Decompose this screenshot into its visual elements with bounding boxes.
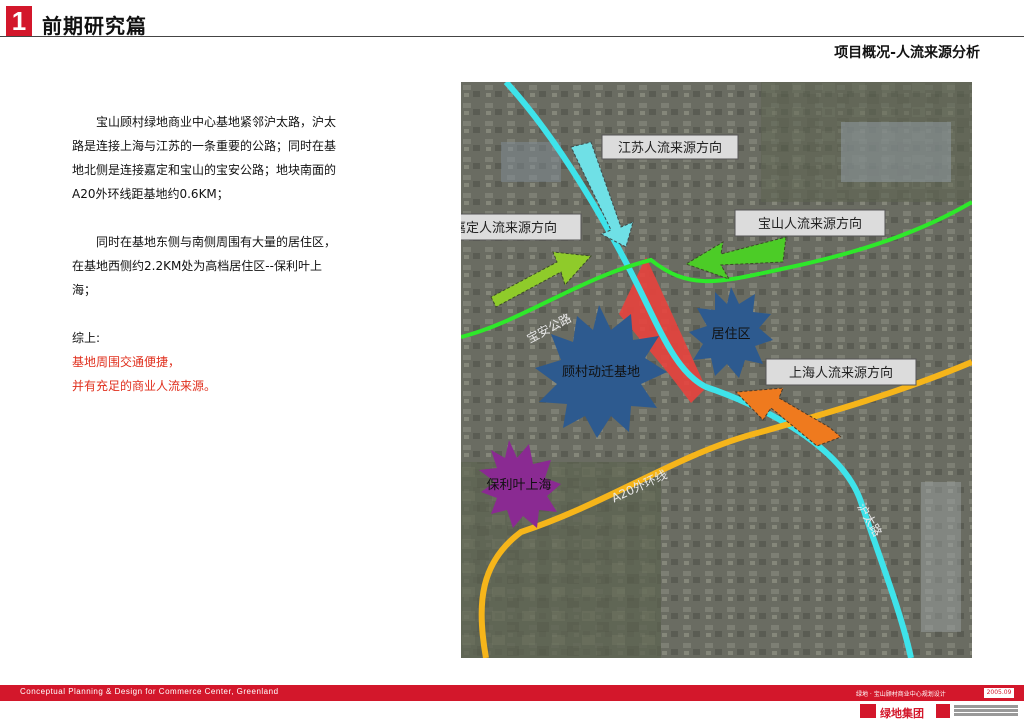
summary-label: 综上: [72,331,101,345]
jiading-label: 嘉定人流来源方向 [461,220,557,236]
map-svg: 江苏人流来源方向 宝山人流来源方向 嘉定人流来源方向 上海人流来源方向 宝安公路… [461,82,972,658]
greenland-logo-icon [860,704,876,718]
greenland-logo-text: 绿地集团 [880,707,924,720]
description-text: 宝山顾村绿地商业中心基地紧邻沪太路，沪太路是连接上海与江苏的一条重要的公路；同时… [72,110,342,398]
footer-bar: Conceptual Planning & Design for Commerc… [0,685,1024,701]
summary-line-2: 并有充足的商业人流来源。 [72,379,217,393]
architect-logo-icon [936,704,950,718]
page-subtitle: 项目概况-人流来源分析 [834,45,980,61]
architect-logo-mark [954,704,1018,718]
paragraph-residential: 同时在基地东侧与南侧周围有大量的居住区，在基地西侧约2.2KM处为高档居住区--… [72,235,337,297]
footer-project-cn: 绿地 · 宝山顾村商业中心规划设计 [856,691,946,698]
baoshan-label: 宝山人流来源方向 [758,216,862,232]
poly-label: 保利叶上海 [486,478,551,493]
section-number: 1 [6,6,32,36]
summary-line-1: 基地周围交通便捷， [72,355,181,369]
aerial-map: 江苏人流来源方向 宝山人流来源方向 嘉定人流来源方向 上海人流来源方向 宝安公路… [461,82,972,658]
shanghai-label: 上海人流来源方向 [789,365,893,381]
header-divider [0,36,1024,37]
paragraph-location: 宝山顾村绿地商业中心基地紧邻沪太路，沪太路是连接上海与江苏的一条重要的公路；同时… [72,115,337,201]
site-label: 顾村动迁基地 [562,365,640,380]
footer-date: 2005.09 [984,688,1014,698]
footer-project-name: Conceptual Planning & Design for Commerc… [20,687,279,696]
page-title: 前期研究篇 [42,14,147,38]
residential-label: 居住区 [711,327,750,342]
jiangsu-label: 江苏人流来源方向 [618,140,722,156]
